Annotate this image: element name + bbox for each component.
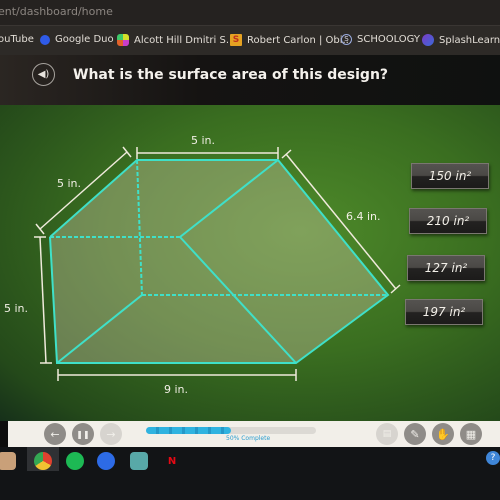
forward-button[interactable]: → [100, 423, 122, 445]
files-icon[interactable] [0, 452, 16, 470]
splashlearn-icon [422, 34, 434, 46]
answer-option-3[interactable]: 127 in² [407, 255, 485, 281]
progress-bar [146, 427, 316, 434]
bookmark-schoology[interactable]: S SCHOOLOGY [341, 34, 420, 45]
dim-tick [35, 223, 45, 235]
alcott-hill-icon [117, 34, 129, 46]
dim-tick [281, 149, 292, 159]
bookmark-label: SplashLearn Sig [439, 34, 500, 46]
calculator-icon: ▦ [465, 427, 477, 441]
dim-tick [390, 284, 401, 294]
bookmark-google-duo[interactable]: Google Duo [40, 34, 114, 45]
notes-button[interactable]: ▤ [376, 423, 398, 445]
bookmark-youtube[interactable]: ouTube [0, 34, 34, 45]
bookmark-label: ouTube [0, 34, 34, 45]
bookmark-splashlearn[interactable]: SplashLearn Sig [422, 34, 500, 46]
bookmarks-bar: ouTube Google Duo Alcott Hill Dmitri S..… [0, 25, 500, 56]
dim-top-label: 5 in. [191, 134, 215, 147]
url-text[interactable]: ent/dashboard/home [0, 5, 113, 18]
player-controls: ← ❚❚ → 50% Complete ▤ ✎ ✋ ▦ [8, 421, 500, 447]
dim-right-diag-label: 6.4 in. [346, 210, 381, 223]
notes-icon: ▤ [382, 429, 392, 439]
spotify-icon[interactable] [66, 452, 84, 470]
bookmark-label: SCHOOLOGY [357, 34, 421, 45]
answer-option-4[interactable]: 197 in² [405, 299, 483, 325]
photo-app-icon[interactable] [130, 452, 148, 470]
schoology-icon: S [341, 34, 352, 45]
question-text: What is the surface area of this design? [73, 67, 389, 83]
chrome-icon[interactable] [34, 452, 52, 470]
pause-button[interactable]: ❚❚ [72, 423, 94, 445]
answer-option-2[interactable]: 210 in² [409, 208, 487, 234]
pencil-button[interactable]: ✎ [404, 423, 426, 445]
arrow-left-icon: ← [50, 427, 60, 441]
dim-bottom-label: 9 in. [164, 383, 188, 396]
dim-left-diag-label: 5 in. [57, 177, 81, 190]
dim-height-line [39, 236, 47, 364]
zoom-icon[interactable] [97, 452, 115, 470]
netflix-icon[interactable]: N [163, 452, 181, 470]
address-bar[interactable]: ent/dashboard/home [0, 0, 500, 25]
bookmark-alcott-hill[interactable]: Alcott Hill Dmitri S... [117, 34, 235, 46]
google-duo-icon [40, 34, 50, 45]
progress-fill [146, 427, 231, 434]
bookmark-label: Robert Carlon | Obi... [247, 34, 353, 46]
os-taskbar: N ? [0, 447, 500, 500]
back-button[interactable]: ← [44, 423, 66, 445]
dim-height-label: 5 in. [4, 302, 28, 315]
bookmark-label: Alcott Hill Dmitri S... [134, 34, 236, 46]
bookmark-label: Google Duo [55, 34, 114, 45]
bookmark-robert-carlon[interactable]: S Robert Carlon | Obi... [230, 34, 352, 46]
progress-label: 50% Complete [226, 435, 271, 442]
pause-icon: ❚❚ [76, 429, 90, 439]
hand-button[interactable]: ✋ [432, 423, 454, 445]
arrow-right-icon: → [106, 427, 116, 441]
question-bar: ◀) What is the surface area of this desi… [0, 55, 500, 105]
robert-carlon-icon: S [230, 34, 242, 46]
question-stage: 5 in. 5 in. 6.4 in. 5 in. 9 in. 150 in² … [0, 105, 500, 421]
pencil-icon: ✎ [410, 427, 420, 441]
speaker-icon[interactable]: ◀) [32, 63, 55, 86]
dim-tick [122, 146, 132, 158]
help-icon[interactable]: ? [486, 451, 500, 465]
answer-option-1[interactable]: 150 in² [411, 163, 489, 189]
calculator-button[interactable]: ▦ [460, 423, 482, 445]
hand-icon: ✋ [436, 427, 450, 441]
